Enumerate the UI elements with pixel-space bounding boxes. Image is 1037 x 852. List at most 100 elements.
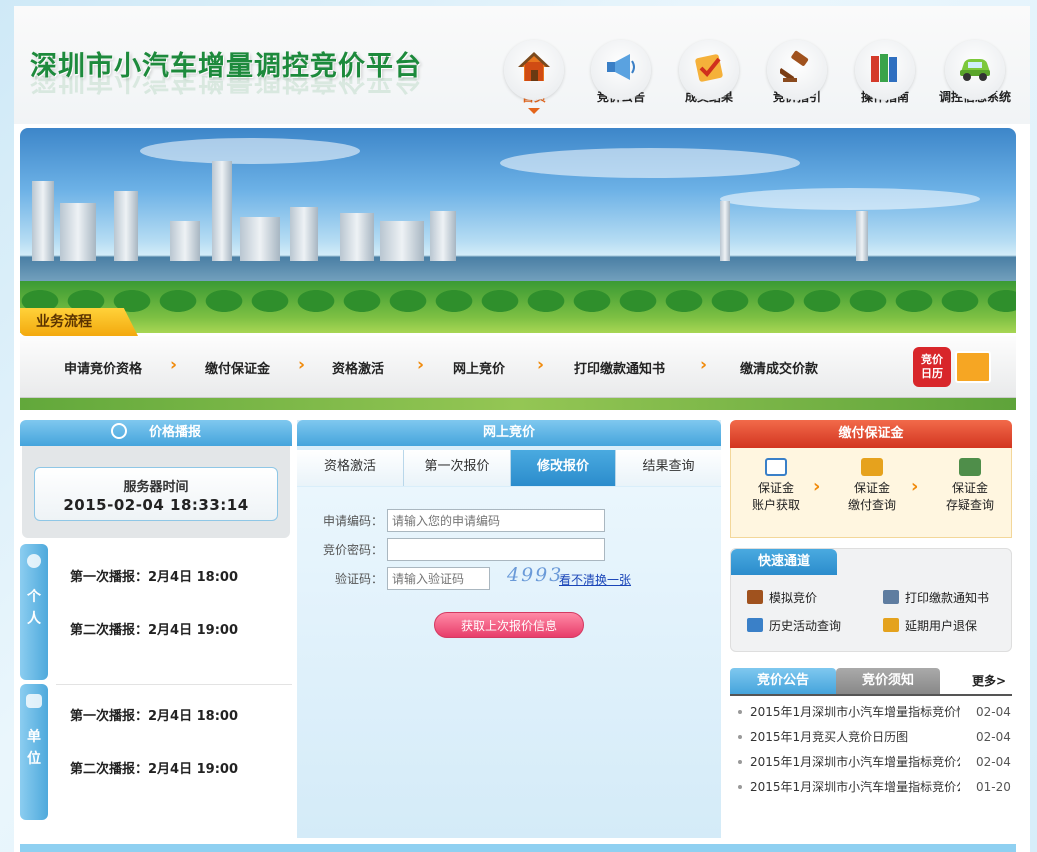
server-time-label: 服务器时间: [123, 480, 189, 495]
more-link[interactable]: 更多>: [966, 668, 1012, 694]
grass-strip: [20, 398, 1016, 410]
coins-icon: [861, 458, 883, 476]
company-tab-char-1: 单: [27, 729, 41, 745]
nav-bid-guide[interactable]: 竞价指引: [757, 40, 837, 105]
password-input[interactable]: [387, 538, 605, 561]
print-notice-link[interactable]: 打印缴款通知书: [883, 589, 989, 607]
captcha-refresh-link[interactable]: 看不清换一张: [559, 571, 631, 588]
news-title: 2015年1月深圳市小汽车增量指标竞价公: [750, 780, 960, 794]
company-broadcast-1: 第一次播报：2月4日 18:00: [70, 709, 238, 724]
bullet-icon: [738, 710, 742, 714]
tab-result-query[interactable]: 结果查询: [616, 450, 721, 486]
personal-tab-char-1: 个: [27, 589, 41, 605]
magnifier-doc-icon: [765, 458, 787, 476]
deferred-refund-link[interactable]: 延期用户退保: [883, 617, 977, 635]
deposit-payment-line1: 保证金: [853, 481, 890, 495]
nav-deal-result[interactable]: 成交结果: [669, 40, 749, 105]
calendar-icon: [747, 618, 763, 632]
megaphone-icon: [591, 40, 651, 100]
server-time-box: 服务器时间 2015-02-04 18:33:14: [34, 467, 278, 521]
nav-control-system[interactable]: 调控信息系统: [935, 40, 1015, 105]
flow-step-online-bid[interactable]: 网上竞价: [453, 358, 505, 377]
personal-tab[interactable]: 个 人: [20, 544, 48, 680]
news-item[interactable]: 2015年1月深圳市小汽车增量指标竞价情 02-04: [730, 702, 1012, 722]
history-query-label: 历史活动查询: [769, 619, 842, 633]
history-query-link[interactable]: 历史活动查询: [747, 617, 841, 635]
gavel-icon: [767, 40, 827, 100]
personal-broadcast-2: 第二次播报：2月4日 19:00: [70, 623, 238, 638]
chevron-right-icon: ›: [298, 355, 306, 375]
nav-operation-guide[interactable]: 操作指南: [845, 40, 925, 105]
tab-bid-announcements[interactable]: 竞价公告: [730, 668, 836, 694]
checkmark-icon: [679, 40, 739, 100]
flow-step-deposit[interactable]: 缴付保证金: [205, 358, 270, 377]
binoculars-icon: [959, 458, 981, 476]
news-title: 2015年1月深圳市小汽车增量指标竞价公: [750, 755, 960, 769]
nav-bid-announcement[interactable]: 竞价公告: [581, 40, 661, 105]
deposit-account-line1: 保证金: [757, 481, 794, 495]
tab-activate[interactable]: 资格激活: [297, 450, 404, 486]
captcha-image[interactable]: 4993: [507, 564, 563, 586]
tab-modify-bid[interactable]: 修改报价: [511, 450, 616, 486]
news-tabs: 竞价公告 竞价须知 更多>: [730, 668, 1012, 696]
flow-step-pay[interactable]: 缴清成交价款: [740, 358, 818, 377]
news-date: 02-04: [976, 730, 1011, 744]
chevron-right-icon: ›: [170, 355, 178, 375]
online-bid-header: 网上竞价: [297, 420, 721, 446]
site-title-reflection: 深圳市小汽车增量调控竞价平台: [30, 76, 422, 95]
personal-broadcast-1: 第一次播报：2月4日 18:00: [70, 570, 238, 585]
flow-step-activate[interactable]: 资格激活: [332, 358, 384, 377]
chevron-right-icon: ›: [537, 355, 545, 375]
mock-bid-label: 模拟竞价: [769, 591, 818, 605]
deferred-refund-label: 延期用户退保: [905, 619, 978, 633]
chevron-right-icon: ›: [911, 476, 919, 497]
footer-bar: [20, 844, 1016, 852]
deposit-account-link[interactable]: 保证金 账户获取: [741, 458, 811, 514]
server-time-value: 2015-02-04 18:33:14: [63, 496, 249, 514]
printer-icon: [883, 590, 899, 604]
clock-icon: [110, 423, 127, 439]
modify-bid-form: 申请编码： 竞价密码： 验证码： 4993 看不清换一张 获取上次报价信息: [297, 487, 721, 838]
deposit-payment-line2: 缴付查询: [847, 498, 896, 512]
news-item[interactable]: 2015年1月深圳市小汽车增量指标竞价公 01-20: [730, 777, 1012, 797]
deposit-account-line2: 账户获取: [751, 498, 800, 512]
deposit-doubt-line2: 存疑查询: [945, 498, 994, 512]
news-item[interactable]: 2015年1月竞买人竞价日历图 02-04: [730, 727, 1012, 747]
get-last-bid-button[interactable]: 获取上次报价信息: [434, 612, 584, 638]
company-tab[interactable]: 单 位: [20, 684, 48, 820]
flow-tab: 业务流程: [20, 308, 138, 336]
deposit-panel: 保证金 账户获取 › 保证金 缴付查询 › 保证金 存疑查询: [730, 448, 1012, 538]
company-broadcast-2: 第二次播报：2月4日 19:00: [70, 762, 238, 777]
password-label: 竞价密码：: [322, 543, 383, 557]
calendar-text-1: 竞价: [921, 353, 943, 366]
captcha-input[interactable]: [387, 567, 490, 590]
price-broadcast-title: 价格播报: [148, 425, 201, 440]
app-code-row: 申请编码：: [297, 509, 721, 533]
flow-step-print-notice[interactable]: 打印缴款通知书: [574, 358, 665, 377]
gavel-icon: [747, 590, 763, 604]
divider: [56, 684, 292, 685]
app-code-input[interactable]: [387, 509, 605, 532]
deposit-payment-query-link[interactable]: 保证金 缴付查询: [837, 458, 907, 514]
page: 深圳市小汽车增量调控竞价平台 深圳市小汽车增量调控竞价平台 首页 竞价公告 成交…: [14, 6, 1030, 852]
mock-bid-link[interactable]: 模拟竞价: [747, 589, 817, 607]
flow-step-apply[interactable]: 申请竞价资格: [64, 358, 142, 377]
news-item[interactable]: 2015年1月深圳市小汽车增量指标竞价公 02-04: [730, 752, 1012, 772]
deposit-doubt-query-link[interactable]: 保证金 存疑查询: [935, 458, 1005, 514]
news-date: 01-20: [976, 780, 1011, 794]
person-icon: [27, 554, 41, 568]
news-title: 2015年1月深圳市小汽车增量指标竞价情: [750, 705, 960, 719]
chevron-right-icon: ›: [700, 355, 708, 375]
nav-home[interactable]: 首页: [494, 40, 574, 114]
business-flow-bar: 申请竞价资格 › 缴付保证金 › 资格激活 › 网上竞价 › 打印缴款通知书 ›…: [20, 336, 1016, 398]
tab-bid-notice[interactable]: 竞价须知: [836, 668, 940, 694]
calendar-text-2: 日历: [921, 367, 943, 380]
print-notice-label: 打印缴款通知书: [905, 591, 990, 605]
books-icon: [855, 40, 915, 100]
tab-first-bid[interactable]: 第一次报价: [404, 450, 511, 486]
active-caret-icon: [528, 108, 540, 114]
deposit-header: 缴付保证金: [730, 420, 1012, 448]
bid-calendar-button[interactable]: 竞价 日历: [913, 347, 993, 387]
news-date: 02-04: [976, 755, 1011, 769]
captcha-label: 验证码：: [334, 572, 383, 586]
